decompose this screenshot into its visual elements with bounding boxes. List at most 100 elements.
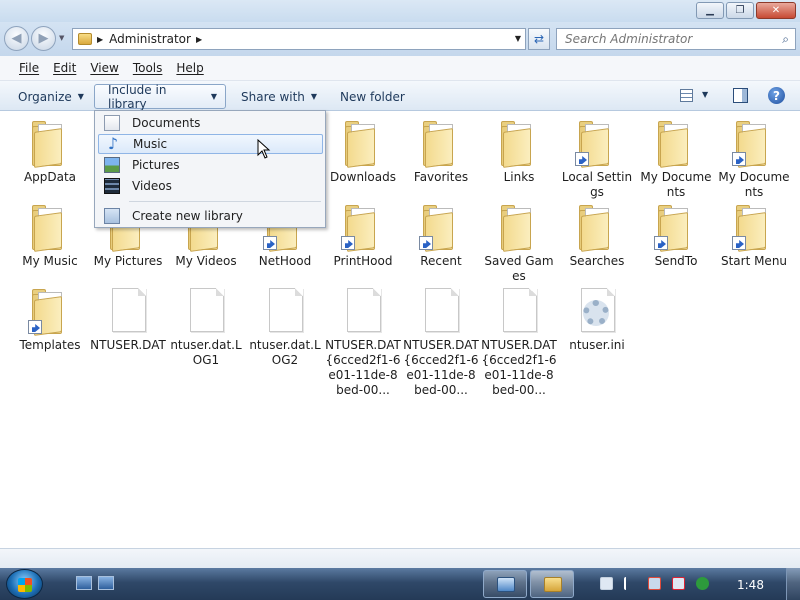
file-item[interactable]: NTUSER.DAT{6cced2f1-6e01-11de-8bed-00... (403, 286, 479, 398)
action-center-flag-icon[interactable] (624, 577, 637, 590)
taskbar-program-server-manager[interactable] (483, 570, 527, 598)
menu-separator (129, 201, 321, 202)
organize-button[interactable]: Organize ▼ (10, 86, 92, 107)
network-icon[interactable] (648, 577, 661, 590)
file-item[interactable]: My Documents (638, 118, 714, 200)
file-item[interactable]: PrintHood (325, 202, 401, 269)
restore-button[interactable]: ❐ (726, 2, 754, 19)
file-icon (182, 286, 230, 334)
details-pane (0, 548, 800, 568)
folder-icon (544, 577, 562, 592)
file-name: My Documents (640, 170, 712, 199)
shortcut-arrow-icon (732, 236, 746, 250)
file-item[interactable]: ntuser.dat.LOG2 (247, 286, 323, 368)
refresh-button[interactable]: ⇄ (528, 28, 550, 50)
menu-item-create-new-library[interactable]: Create new library (98, 206, 323, 226)
menu-edit[interactable]: Edit (53, 61, 76, 75)
file-item[interactable]: My Music (12, 202, 88, 269)
refresh-icon: ⇄ (533, 32, 545, 46)
menu-item-videos[interactable]: Videos (98, 176, 323, 196)
menu-item-label: Music (133, 137, 168, 151)
file-name: Searches (569, 254, 625, 268)
file-item[interactable]: Searches (559, 202, 635, 269)
file-name: Links (503, 170, 535, 184)
file-item[interactable]: Start Menu (716, 202, 792, 269)
file-name: My Pictures (93, 254, 163, 268)
folder-icon (26, 118, 74, 168)
folder-icon (417, 202, 465, 252)
menu-item-documents[interactable]: Documents (98, 113, 323, 133)
security-check-icon[interactable] (696, 577, 709, 590)
file-item[interactable]: ntuser.ini (559, 286, 635, 353)
file-item[interactable]: NTUSER.DAT{6cced2f1-6e01-11de-8bed-00... (481, 286, 557, 398)
clock[interactable]: 1:48 (737, 578, 764, 592)
search-box[interactable]: ⌕ (556, 28, 796, 50)
show-desktop-button[interactable] (786, 568, 800, 600)
breadcrumb-arrow-icon[interactable]: ▶ (97, 35, 103, 44)
file-item[interactable]: NTUSER.DAT (90, 286, 166, 353)
show-desktop-quicklaunch-icon[interactable] (76, 576, 92, 590)
taskbar-program-explorer[interactable] (530, 570, 574, 598)
tray-document-icon[interactable] (600, 577, 613, 590)
shortcut-arrow-icon (419, 236, 433, 250)
file-name: NTUSER.DAT (90, 338, 166, 352)
file-item[interactable]: SendTo (638, 202, 714, 269)
breadcrumb-administrator[interactable]: Administrator (109, 32, 191, 46)
recent-pages-dropdown[interactable]: ▼ (59, 34, 64, 42)
file-item[interactable]: Favorites (403, 118, 479, 185)
change-view-icon[interactable] (680, 89, 693, 102)
file-name: NTUSER.DAT{6cced2f1-6e01-11de-8bed-00... (325, 338, 401, 397)
forward-button[interactable]: ▶ (31, 26, 56, 51)
file-item[interactable]: Saved Games (481, 202, 557, 284)
file-item[interactable]: AppData (12, 118, 88, 185)
chevron-down-icon: ▼ (210, 92, 217, 101)
address-dropdown-icon[interactable]: ▼ (515, 34, 521, 43)
server-manager-icon (497, 577, 515, 592)
file-icon (261, 286, 309, 334)
menu-item-music[interactable]: ♪ Music (98, 134, 323, 154)
file-item[interactable]: My Documents (716, 118, 792, 200)
menu-tools[interactable]: Tools (133, 61, 163, 75)
breadcrumb-arrow-icon[interactable]: ▶ (196, 35, 202, 44)
shortcut-arrow-icon (654, 236, 668, 250)
file-item[interactable]: Recent (403, 202, 479, 269)
folder-icon (573, 202, 621, 252)
menu-item-pictures[interactable]: Pictures (98, 155, 323, 175)
forward-arrow-icon: ▶ (38, 31, 49, 46)
organize-label: Organize (18, 89, 72, 104)
include-in-library-button[interactable]: Include in library ▼ (94, 83, 226, 111)
preview-pane-icon[interactable] (733, 88, 748, 103)
videos-library-icon (104, 178, 120, 194)
share-with-label: Share with (241, 89, 305, 104)
window-controls: ▁ ❐ ✕ (696, 2, 796, 19)
file-item[interactable]: NTUSER.DAT{6cced2f1-6e01-11de-8bed-00... (325, 286, 401, 398)
back-button[interactable]: ◀ (4, 26, 29, 51)
file-name: My Documents (718, 170, 790, 199)
file-name: Recent (420, 254, 462, 268)
close-button[interactable]: ✕ (756, 2, 796, 19)
menu-file[interactable]: File (19, 61, 39, 75)
menu-view[interactable]: View (90, 61, 118, 75)
address-bar[interactable]: ▶ Administrator ▶ ▼ (72, 28, 526, 50)
switch-windows-quicklaunch-icon[interactable] (98, 576, 114, 590)
share-with-button[interactable]: Share with ▼ (233, 86, 325, 107)
volume-muted-icon[interactable] (672, 577, 685, 590)
menu-help[interactable]: Help (176, 61, 203, 75)
file-item[interactable]: Templates (12, 286, 88, 353)
file-item[interactable]: Local Settings (559, 118, 635, 200)
file-item[interactable]: Links (481, 118, 557, 185)
new-library-icon (104, 208, 120, 224)
file-item[interactable]: ntuser.dat.LOG1 (168, 286, 244, 368)
documents-library-icon (104, 115, 120, 131)
start-button[interactable] (6, 569, 43, 599)
folder-icon (573, 118, 621, 168)
search-icon[interactable]: ⌕ (782, 32, 789, 47)
search-input[interactable] (565, 32, 765, 46)
file-name: SendTo (654, 254, 698, 268)
new-folder-button[interactable]: New folder (332, 86, 413, 107)
help-icon[interactable]: ? (768, 87, 785, 104)
file-item[interactable]: Downloads (325, 118, 401, 185)
chevron-down-icon[interactable]: ▼ (702, 90, 708, 99)
menu-item-label: Create new library (132, 209, 243, 223)
minimize-button[interactable]: ▁ (696, 2, 724, 19)
